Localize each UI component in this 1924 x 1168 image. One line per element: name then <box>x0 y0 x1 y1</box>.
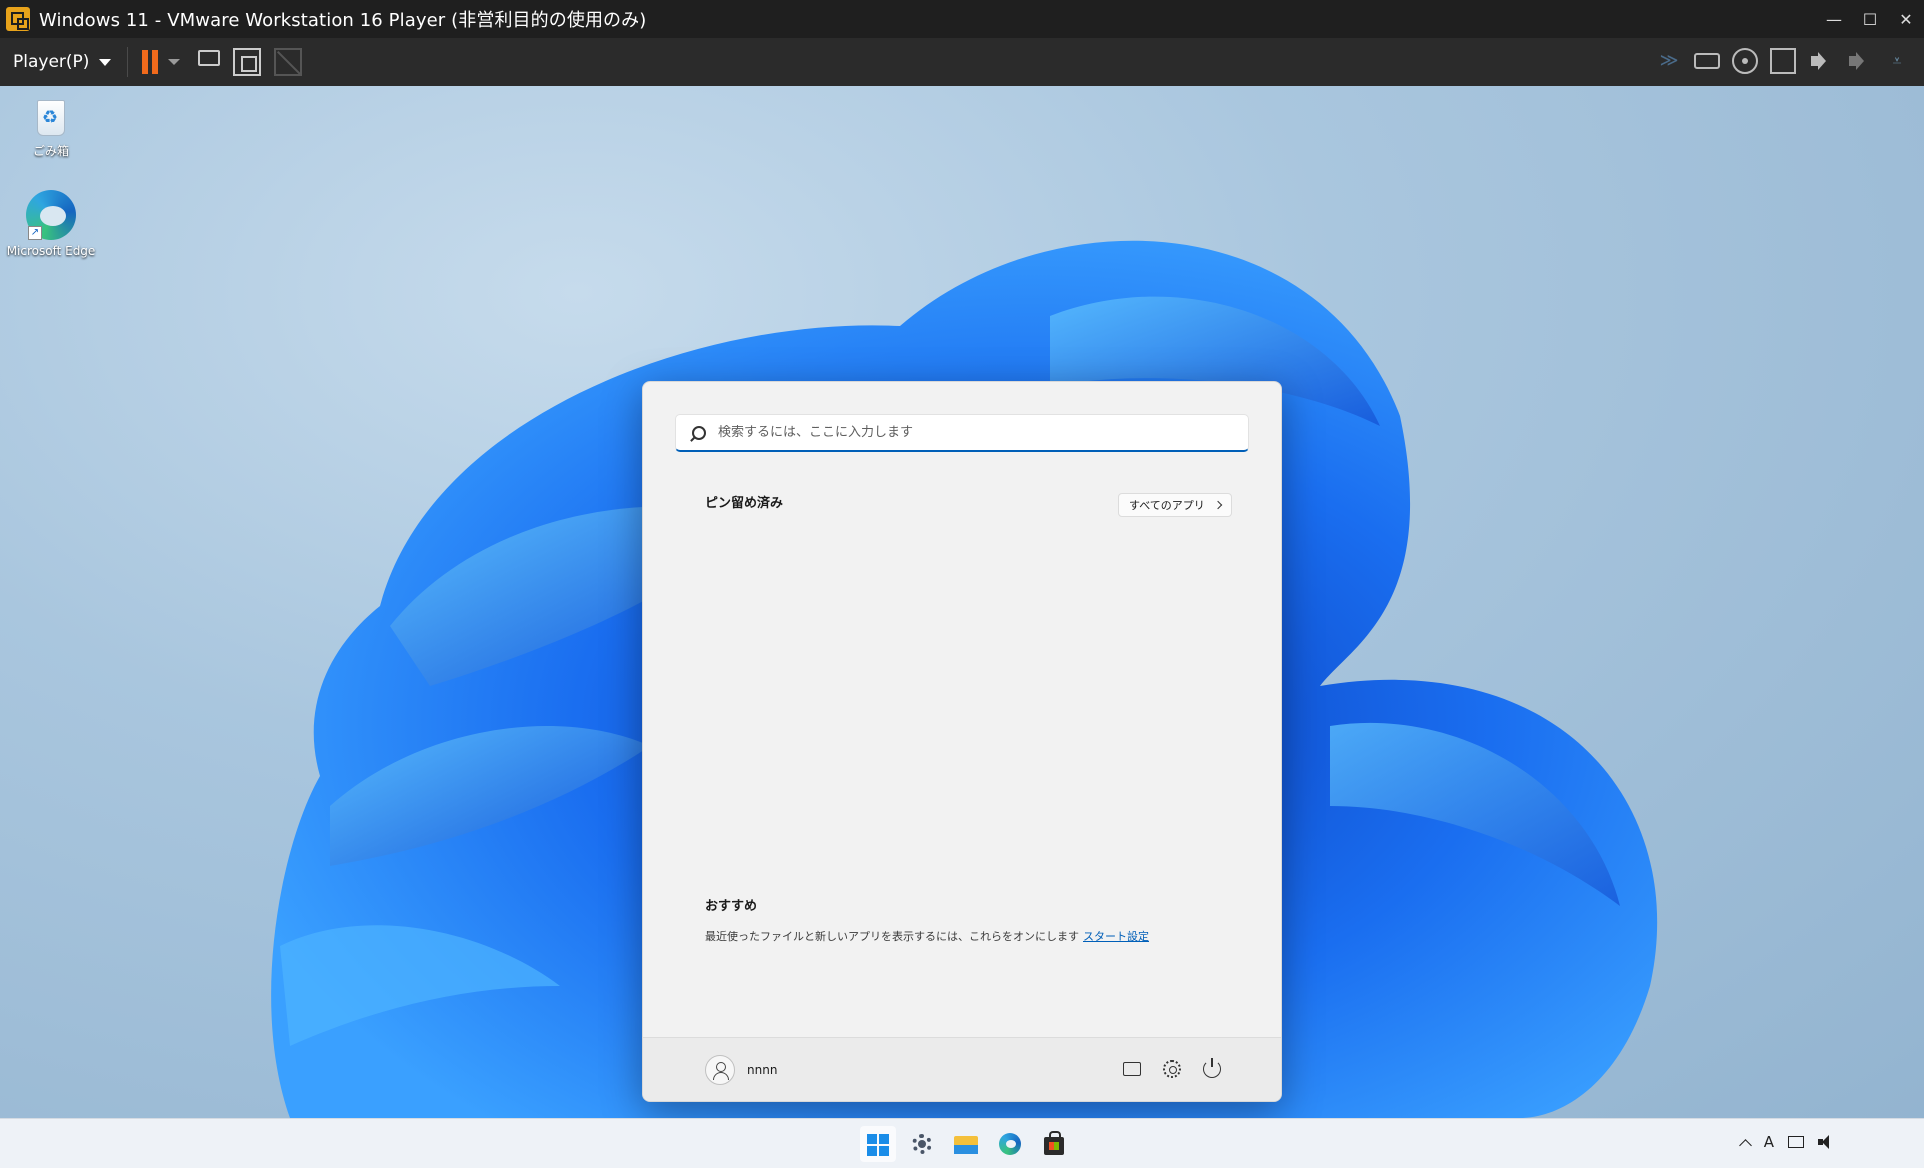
minimize-button[interactable]: — <box>1816 0 1852 38</box>
documents-folder-icon[interactable] <box>1123 1062 1141 1076</box>
show-hidden-icons-chevron-icon[interactable] <box>1738 1138 1752 1152</box>
close-button[interactable]: ✕ <box>1888 0 1924 38</box>
volume-icon[interactable] <box>1818 1135 1834 1149</box>
settings-icon <box>912 1134 932 1154</box>
edge-icon: ↗ <box>26 190 76 240</box>
edge-icon <box>999 1133 1021 1155</box>
recommended-message: 最近使ったファイルと新しいアプリを表示するには、これらをオンにします スタート設定 <box>705 928 1149 944</box>
cd-dvd-icon[interactable] <box>1732 48 1758 74</box>
taskbar-settings-button[interactable] <box>904 1126 940 1162</box>
taskbar-start-button[interactable] <box>860 1126 896 1162</box>
recycle-bin-icon <box>30 94 72 138</box>
user-account-button[interactable]: nnnn <box>705 1055 777 1085</box>
network-icon[interactable] <box>1788 1136 1804 1148</box>
taskbar-file-explorer-button[interactable] <box>948 1126 984 1162</box>
chevron-down-icon <box>99 58 112 66</box>
desktop-icon-edge[interactable]: ↗ Microsoft Edge <box>3 190 99 258</box>
recommended-text: 最近使ったファイルと新しいアプリを表示するには、これらをオンにします <box>705 930 1079 943</box>
chevron-right-icon <box>1213 500 1223 510</box>
desktop-icon-recycle-bin[interactable]: ごみ箱 <box>3 94 99 159</box>
window-title-bar: Windows 11 - VMware Workstation 16 Playe… <box>0 0 1924 38</box>
start-menu-footer: nnnn <box>643 1037 1281 1101</box>
usb-icon[interactable]: ⩡ <box>1884 48 1910 74</box>
maximize-button[interactable]: ☐ <box>1852 0 1888 38</box>
multi-arrow-icon[interactable]: ≫ <box>1656 48 1682 74</box>
search-icon <box>692 425 706 440</box>
store-icon <box>1044 1131 1064 1155</box>
sound-card-icon[interactable] <box>1808 48 1834 74</box>
window-title: Windows 11 - VMware Workstation 16 Playe… <box>39 10 647 31</box>
player-menu-label: Player(P) <box>13 52 90 72</box>
hard-disk-icon[interactable] <box>1694 53 1720 69</box>
shortcut-arrow-icon: ↗ <box>28 226 42 240</box>
power-icon[interactable] <box>1203 1058 1221 1078</box>
send-ctrl-alt-del-icon[interactable] <box>198 50 221 66</box>
device-status-icons: ≫ ⩡ <box>1656 48 1910 74</box>
power-options-chevron-icon[interactable] <box>168 59 181 65</box>
user-name: nnnn <box>747 1063 778 1077</box>
start-menu: ピン留め済み すべてのアプリ おすすめ 最近使ったファイルと新しいアプリを表示す… <box>642 381 1282 1102</box>
start-search-box[interactable] <box>675 414 1249 452</box>
taskbar-store-button[interactable] <box>1036 1126 1072 1162</box>
file-explorer-icon <box>954 1136 978 1154</box>
taskbar-apps <box>860 1126 1072 1162</box>
desktop-icon-label: ごみ箱 <box>32 144 69 158</box>
guest-desktop[interactable]: ごみ箱 ↗ Microsoft Edge ピン留め済み すべてのアプリ おすすめ… <box>0 86 1924 1118</box>
pinned-section-title: ピン留め済み <box>705 496 784 511</box>
recommended-section-title: おすすめ <box>705 899 758 914</box>
all-apps-label: すべてのアプリ <box>1129 499 1205 512</box>
taskbar-edge-button[interactable] <box>992 1126 1028 1162</box>
search-input[interactable] <box>718 425 1218 440</box>
pause-icon[interactable] <box>142 50 159 74</box>
windows-start-icon <box>867 1134 889 1156</box>
desktop-icon-label: Microsoft Edge <box>6 244 96 258</box>
player-menu[interactable]: Player(P) <box>13 52 112 72</box>
start-settings-link[interactable]: スタート設定 <box>1083 930 1149 943</box>
vmware-toolbar: Player(P) ≫ ⩡ <box>0 38 1924 86</box>
audio-icon[interactable] <box>1846 48 1872 74</box>
system-tray: A <box>1738 1133 1834 1152</box>
all-apps-button[interactable]: すべてのアプリ <box>1118 493 1232 517</box>
settings-gear-icon[interactable] <box>1163 1060 1181 1078</box>
guest-taskbar: A <box>0 1118 1924 1168</box>
toolbar-divider <box>127 47 129 77</box>
unity-icon[interactable] <box>274 48 303 76</box>
user-avatar-icon <box>705 1055 735 1085</box>
vmware-app-icon <box>6 7 30 31</box>
ime-indicator[interactable]: A <box>1764 1133 1774 1151</box>
fullscreen-icon[interactable] <box>233 48 262 76</box>
window-controls: — ☐ ✕ <box>1816 0 1924 38</box>
network-adapter-icon[interactable] <box>1770 48 1796 74</box>
